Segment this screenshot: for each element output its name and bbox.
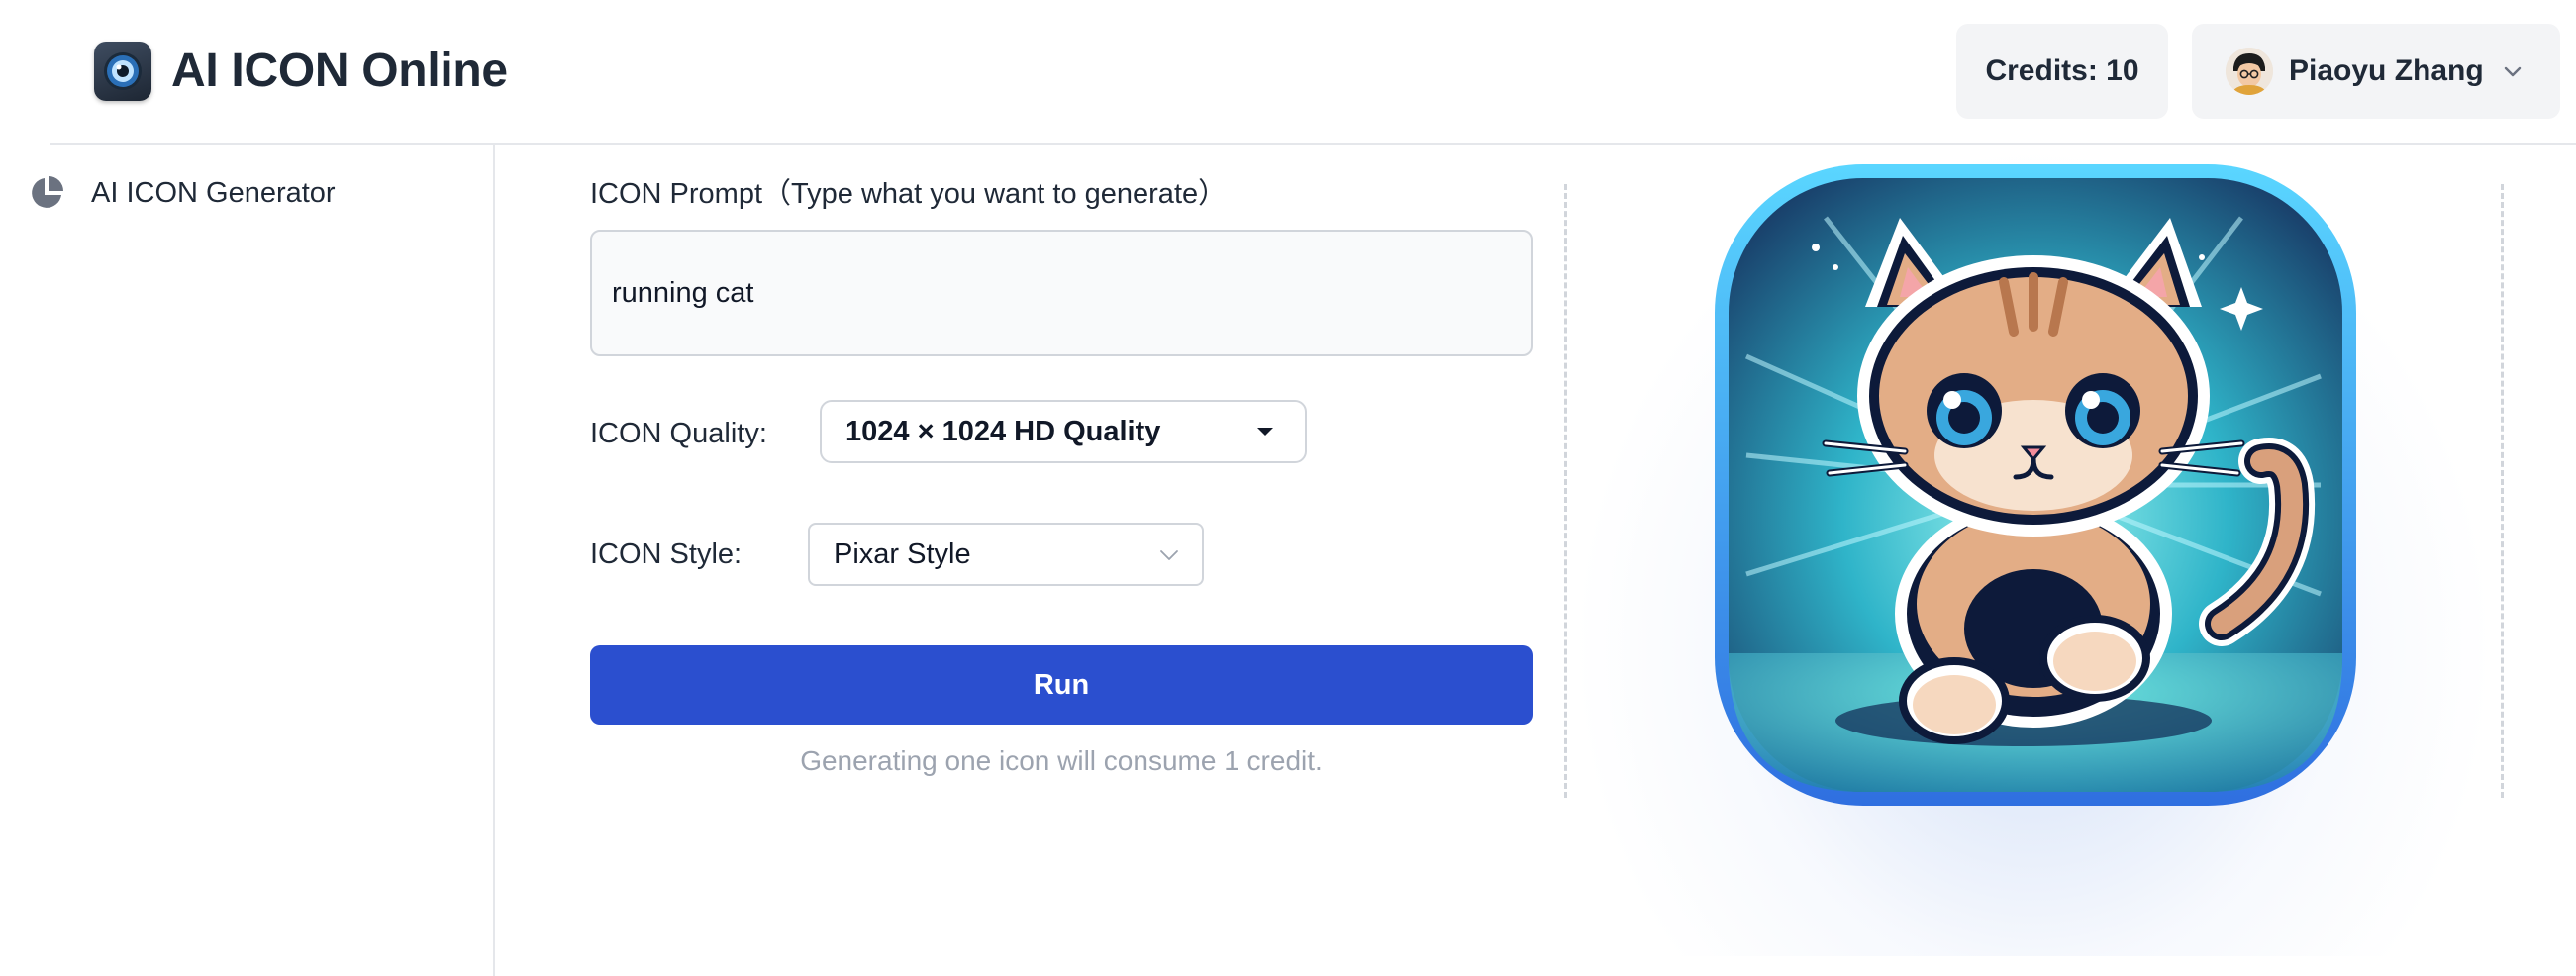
style-select-value: Pixar Style <box>834 537 971 570</box>
quality-label: ICON Quality: <box>590 418 767 449</box>
prompt-input[interactable] <box>590 230 1533 356</box>
user-name: Piaoyu Zhang <box>2289 54 2484 87</box>
app-logo-icon[interactable] <box>94 42 151 101</box>
user-menu-button[interactable]: Piaoyu Zhang <box>2192 24 2560 119</box>
pie-chart-icon <box>32 176 63 208</box>
credit-note: Generating one icon will consume 1 credi… <box>800 745 1323 776</box>
result-dashed-border-right <box>2501 184 2504 798</box>
sidebar-divider <box>493 145 495 976</box>
chevron-down-icon <box>1160 550 1178 560</box>
credits-badge[interactable]: Credits: 10 <box>1956 24 2168 119</box>
quality-select[interactable]: 1024 × 1024 HD Quality <box>820 400 1307 463</box>
sidebar <box>0 145 495 976</box>
run-button[interactable]: Run <box>590 645 1533 725</box>
avatar <box>2226 48 2273 95</box>
quality-select-value: 1024 × 1024 HD Quality <box>845 415 1161 447</box>
style-label: ICON Style: <box>590 538 743 570</box>
sidebar-item-label: AI ICON Generator <box>91 176 336 209</box>
style-select[interactable]: Pixar Style <box>808 523 1204 586</box>
prompt-label: ICON Prompt（Type what you want to genera… <box>590 178 1228 210</box>
chevron-down-icon <box>2504 66 2522 77</box>
app-header: AI ICON Online Credits: 10 Piaoyu Zhang <box>0 0 2576 144</box>
app-title[interactable]: AI ICON Online <box>171 38 508 105</box>
sidebar-item-ai-icon-generator[interactable]: AI ICON Generator <box>28 168 336 218</box>
caret-down-icon <box>1257 428 1273 436</box>
result-dashed-border-left <box>1564 184 1567 798</box>
generated-icon-image[interactable] <box>1707 158 2364 812</box>
